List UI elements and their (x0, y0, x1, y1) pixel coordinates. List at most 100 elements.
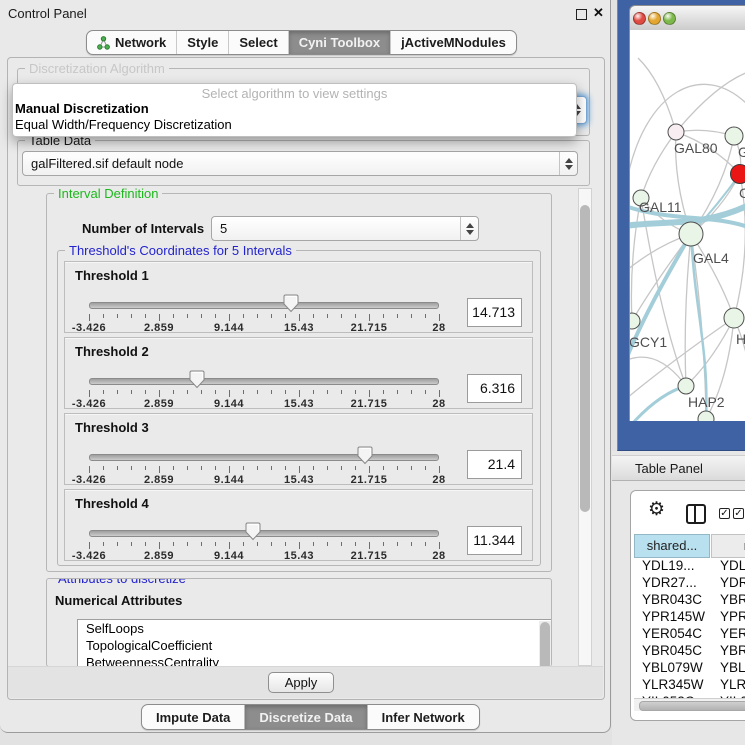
threshold-value-field[interactable]: 6.316 (467, 374, 522, 403)
table-row[interactable]: YBR043CYBR0 (634, 591, 745, 608)
pane-scrollbar-thumb[interactable] (580, 205, 590, 512)
threshold-slider[interactable] (89, 378, 439, 386)
tick-mark (187, 466, 188, 470)
node-partial-right[interactable] (724, 308, 744, 328)
column-header[interactable]: na (711, 534, 745, 558)
minimize-traffic-light[interactable] (648, 12, 661, 25)
algorithm-option[interactable]: Equal Width/Frequency Discretization (13, 117, 576, 133)
node-gcy1[interactable] (630, 313, 640, 329)
table-h-scrollbar[interactable] (634, 698, 745, 711)
table-data-combobox[interactable]: galFiltered.sif default node (22, 151, 578, 176)
slider-track[interactable] (89, 530, 439, 537)
apply-button[interactable]: Apply (268, 672, 334, 693)
tick-mark (145, 314, 146, 318)
table-row[interactable]: YBL079WYBL0 (634, 659, 745, 676)
table-cell: YLR345W (634, 677, 712, 692)
table-row[interactable]: YDL19...YDL1 (634, 557, 745, 574)
slider-thumb[interactable] (357, 446, 373, 465)
tab-label: Discretize Data (259, 710, 352, 725)
popup-options: Manual DiscretizationEqual Width/Frequen… (13, 101, 576, 133)
checkbox-icon[interactable]: ✓ (733, 508, 744, 519)
slider-thumb[interactable] (189, 370, 205, 389)
list-scrollbar[interactable] (539, 621, 551, 667)
tick-mark (285, 542, 286, 546)
tick-mark (383, 314, 384, 318)
node-gal80[interactable] (668, 124, 684, 140)
threshold-value-field[interactable]: 11.344 (467, 526, 522, 555)
slider-thumb[interactable] (283, 294, 299, 313)
close-icon[interactable]: ✕ (593, 5, 604, 21)
attribute-item[interactable]: TopologicalCoefficient (78, 637, 552, 654)
tick-mark (229, 390, 230, 397)
table-row[interactable]: YPR145WYPR1 (634, 608, 745, 625)
table-row[interactable]: YER054CYER0 (634, 625, 745, 642)
tick-mark (271, 390, 272, 394)
table-row[interactable]: YBR045CYBR0 (634, 642, 745, 659)
threshold-slider[interactable] (89, 302, 439, 310)
tick-mark (257, 542, 258, 546)
numerical-attributes-list[interactable]: SelfLoopsTopologicalCoefficientBetweenne… (77, 619, 552, 667)
tick-mark (425, 466, 426, 470)
combo-stepper-icon (559, 152, 577, 175)
tab-cyni-toolbox[interactable]: Cyni Toolbox (288, 31, 390, 54)
table-header-row: shared...na (634, 534, 745, 558)
node-gal4[interactable] (679, 222, 703, 246)
gear-icon[interactable]: ⚙ (648, 498, 665, 521)
attribute-item[interactable]: SelfLoops (78, 620, 552, 637)
checkbox-icon[interactable]: ✓ (719, 508, 730, 519)
tick-mark (159, 314, 160, 321)
tab-style[interactable]: Style (176, 31, 228, 54)
node-label: HAP2 (688, 394, 725, 410)
tab-infer-network[interactable]: Infer Network (367, 705, 479, 729)
table-cell: YBL079W (634, 660, 712, 675)
number-of-intervals-combobox[interactable]: 5 (211, 216, 479, 241)
tab-jactivemnodules[interactable]: jActiveMNodules (390, 31, 516, 54)
threshold-value-field[interactable]: 21.4 (467, 450, 522, 479)
tick-mark (299, 314, 300, 321)
group-title: Threshold's Coordinates for 5 Intervals (65, 243, 296, 258)
slider-track[interactable] (89, 378, 439, 385)
tick-label: 15.43 (284, 550, 314, 562)
slider-ticks (89, 466, 439, 474)
slider-track[interactable] (89, 454, 439, 461)
threshold-slider[interactable] (89, 454, 439, 462)
tick-mark (229, 314, 230, 321)
tick-mark (341, 314, 342, 318)
tick-mark (327, 390, 328, 394)
slider-ticks (89, 314, 439, 322)
split-columns-icon[interactable] (686, 504, 706, 524)
node-partial-bottom[interactable] (698, 411, 714, 421)
node-red-selected[interactable] (731, 165, 745, 184)
threshold-value-field[interactable]: 14.713 (467, 298, 522, 327)
threshold-label: Threshold 4 (75, 496, 149, 511)
tab-impute-data[interactable]: Impute Data (142, 705, 244, 729)
tab-network[interactable]: Network (87, 31, 176, 54)
tick-mark (215, 390, 216, 394)
algorithm-option[interactable]: Manual Discretization (13, 101, 576, 117)
node-label: H (736, 331, 745, 347)
threshold-slider[interactable] (89, 530, 439, 538)
column-header[interactable]: shared... (634, 534, 710, 558)
tab-discretize-data[interactable]: Discretize Data (244, 705, 366, 729)
node-partial-top-right[interactable] (725, 127, 743, 145)
slider-track[interactable] (89, 302, 439, 309)
table-row[interactable]: YDR27...YDR2 (634, 574, 745, 591)
table-row[interactable]: YLR345WYLR3 (634, 676, 745, 693)
control-panel-window: Control Panel ✕ NetworkStyleSelectCyni T… (0, 0, 611, 733)
network-canvas[interactable]: GAL80 GAL C GAL11 GAL4 GCY1 H HAP2 (630, 30, 745, 421)
float-window-icon[interactable] (576, 9, 587, 20)
network-window-titlebar (630, 6, 745, 31)
zoom-traffic-light[interactable] (663, 12, 676, 25)
tick-mark (425, 542, 426, 546)
tick-mark (425, 314, 426, 318)
node-label: GAL80 (674, 140, 718, 156)
tick-mark (229, 466, 230, 473)
slider-thumb[interactable] (245, 522, 261, 541)
tick-mark (103, 390, 104, 394)
close-traffic-light[interactable] (633, 12, 646, 25)
tick-label: 15.43 (284, 398, 314, 410)
tab-select[interactable]: Select (228, 31, 287, 54)
tick-mark (103, 466, 104, 470)
tick-label: 15.43 (284, 322, 314, 334)
node-hap2[interactable] (678, 378, 694, 394)
